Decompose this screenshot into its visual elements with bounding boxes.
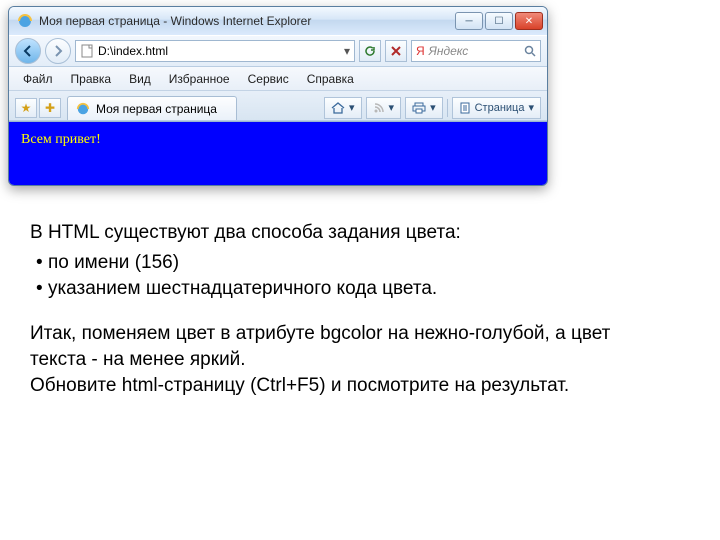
- address-text: D:\index.html: [98, 44, 340, 58]
- back-button[interactable]: [15, 38, 41, 64]
- maximize-button[interactable]: ☐: [485, 12, 513, 30]
- search-placeholder: Яндекс: [429, 44, 520, 58]
- chevron-down-icon: ▾: [349, 101, 355, 114]
- stop-button[interactable]: [385, 40, 407, 62]
- article-bullet: по имени (156): [36, 250, 670, 276]
- close-button[interactable]: ✕: [515, 12, 543, 30]
- browser-window: Моя первая страница - Windows Internet E…: [8, 6, 548, 186]
- favorites-buttons: ★ ✚: [15, 98, 61, 118]
- chevron-down-icon: ▾: [389, 101, 395, 114]
- chevron-down-icon: ▾: [528, 101, 534, 114]
- menu-file[interactable]: Файл: [15, 70, 61, 88]
- window-buttons: ─ ☐ ✕: [455, 12, 543, 30]
- home-button[interactable]: ▾: [324, 97, 362, 119]
- menu-view[interactable]: Вид: [121, 70, 159, 88]
- ie-icon: [17, 13, 33, 29]
- print-button[interactable]: ▾: [405, 97, 443, 119]
- tab-bar: ★ ✚ Моя первая страница ▾ ▾ ▾: [9, 91, 547, 121]
- navigation-toolbar: D:\index.html ▾ Я Яндекс: [9, 35, 547, 67]
- chevron-down-icon: ▾: [430, 101, 436, 114]
- menu-edit[interactable]: Правка: [63, 70, 120, 88]
- page-hello-text: Всем привет!: [21, 132, 535, 148]
- page-icon: [80, 44, 94, 58]
- add-favorite-button[interactable]: ✚: [39, 98, 61, 118]
- page-menu-label: Страница: [475, 102, 525, 114]
- article-line: Итак, поменяем цвет в атрибуте bgcolor н…: [30, 321, 670, 373]
- menu-favorites[interactable]: Избранное: [161, 70, 238, 88]
- page-content: Всем привет!: [9, 121, 547, 185]
- ie-icon: [76, 102, 90, 116]
- window-title: Моя первая страница - Windows Internet E…: [39, 14, 449, 28]
- refresh-button[interactable]: [359, 40, 381, 62]
- search-icon[interactable]: [524, 45, 536, 57]
- search-provider-icon: Я: [416, 44, 425, 58]
- command-bar: ▾ ▾ ▾ Страница ▾: [243, 97, 541, 119]
- menu-bar: Файл Правка Вид Избранное Сервис Справка: [9, 67, 547, 91]
- page-menu-button[interactable]: Страница ▾: [452, 97, 541, 119]
- article-text: В HTML существуют два способа задания цв…: [30, 220, 670, 399]
- menu-help[interactable]: Справка: [299, 70, 362, 88]
- forward-button[interactable]: [45, 38, 71, 64]
- menu-tools[interactable]: Сервис: [240, 70, 297, 88]
- separator: [447, 99, 448, 117]
- minimize-button[interactable]: ─: [455, 12, 483, 30]
- article-line: В HTML существуют два способа задания цв…: [30, 220, 670, 246]
- dropdown-icon[interactable]: ▾: [344, 44, 350, 58]
- tab-active[interactable]: Моя первая страница: [67, 96, 237, 120]
- address-bar[interactable]: D:\index.html ▾: [75, 40, 355, 62]
- article-line: Обновите html-страницу (Ctrl+F5) и посмо…: [30, 373, 670, 399]
- feeds-button[interactable]: ▾: [366, 97, 402, 119]
- tab-title: Моя первая страница: [96, 102, 217, 116]
- article-bullet: указанием шестнадцатеричного кода цвета.: [36, 276, 670, 302]
- title-bar: Моя первая страница - Windows Internet E…: [9, 7, 547, 35]
- favorites-star-button[interactable]: ★: [15, 98, 37, 118]
- search-box[interactable]: Я Яндекс: [411, 40, 541, 62]
